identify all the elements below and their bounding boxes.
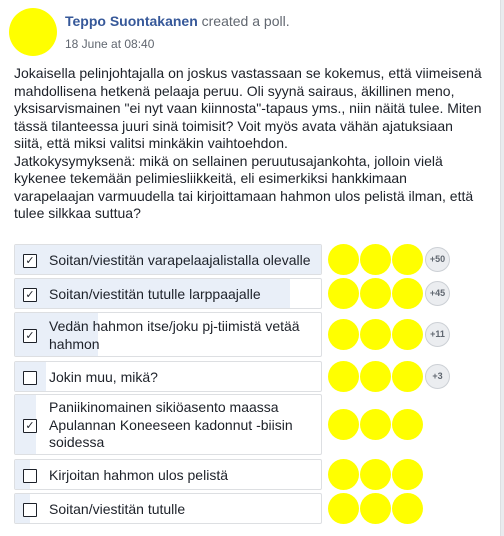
poll-option-label: Soitan/viestitän tutulle	[49, 501, 186, 517]
voter-avatar[interactable]	[392, 493, 423, 524]
poll-option-label: Soitan/viestitän tutulle larppaajalle	[49, 286, 261, 302]
poll-option-row[interactable]: ✓ Paniikinomainen sikiöasento maassa Apul…	[14, 394, 496, 455]
poll-option-label: Jokin muu, mikä?	[49, 369, 158, 385]
voter-avatar[interactable]	[328, 459, 359, 490]
voter-avatar[interactable]	[328, 409, 359, 440]
voter-avatar[interactable]	[360, 278, 391, 309]
voter-avatar[interactable]	[360, 361, 391, 392]
voter-avatar[interactable]	[392, 319, 423, 350]
voter-avatar[interactable]	[328, 278, 359, 309]
voter-avatar[interactable]	[360, 319, 391, 350]
voter-avatar[interactable]	[392, 278, 423, 309]
voter-avatar[interactable]	[392, 459, 423, 490]
more-voters-badge[interactable]: +3	[425, 364, 450, 389]
more-voters-badge[interactable]: +45	[425, 281, 450, 306]
poll-option-row[interactable]: ✓ Soitan/viestitän tutulle larppaajalle +4…	[14, 278, 496, 309]
poll-checkbox-icon[interactable]	[23, 370, 37, 385]
poll-option-label: Kirjoitan hahmon ulos pelistä	[49, 467, 228, 483]
poll-option-row[interactable]: Kirjoitan hahmon ulos pelistä	[14, 459, 496, 490]
poll-option-box[interactable]: Kirjoitan hahmon ulos pelistä	[14, 459, 322, 490]
voter-avatar[interactable]	[360, 244, 391, 275]
poll-option-row[interactable]: ✓ Vedän hahmon itse/joku pj-tiimistä vetä…	[14, 312, 496, 357]
poll-checkbox-icon[interactable]: ✓	[23, 287, 37, 302]
voter-avatar[interactable]	[360, 493, 391, 524]
poll-option-box[interactable]: ✓ Paniikinomainen sikiöasento maassa Apul…	[14, 394, 322, 455]
poll-option-box[interactable]: Jokin muu, mikä?	[14, 361, 322, 392]
voter-avatar[interactable]	[392, 409, 423, 440]
poll-option-box[interactable]: ✓ Vedän hahmon itse/joku pj-tiimistä vetä…	[14, 312, 322, 357]
post-timestamp[interactable]: 18 June at 08:40	[65, 37, 154, 51]
voter-avatar[interactable]	[360, 459, 391, 490]
poll-option-box[interactable]: ✓ Soitan/viestitän varapelaajalistalla ol…	[14, 244, 322, 275]
poll-option-label: Vedän hahmon itse/joku pj-tiimistä vetää…	[49, 318, 300, 352]
poll-option-row[interactable]: ✓ Soitan/viestitän varapelaajalistalla ol…	[14, 244, 496, 275]
poll-checkbox-icon[interactable]: ✓	[23, 328, 37, 343]
voter-avatar[interactable]	[328, 319, 359, 350]
poll-checkbox-icon[interactable]	[23, 468, 37, 483]
poll-option-label: Paniikinomainen sikiöasento maassa Apula…	[49, 399, 293, 450]
post-action-text: created a poll.	[201, 13, 290, 29]
poll-option-row[interactable]: Jokin muu, mikä? +3	[14, 361, 496, 392]
author-avatar[interactable]	[9, 8, 57, 56]
poll-option-box[interactable]: Soitan/viestitän tutulle	[14, 493, 322, 524]
voter-avatar[interactable]	[328, 361, 359, 392]
more-voters-badge[interactable]: +11	[425, 322, 450, 347]
poll-post-card: Teppo Suontakanen created a poll. 18 Jun…	[0, 0, 501, 536]
poll-checkbox-icon[interactable]	[23, 502, 37, 517]
voter-avatar[interactable]	[360, 409, 391, 440]
voter-avatar[interactable]	[392, 244, 423, 275]
poll-checkbox-icon[interactable]: ✓	[23, 253, 37, 268]
more-voters-badge[interactable]: +50	[425, 247, 450, 272]
poll-option-label: Soitan/viestitän varapelaajalistalla ole…	[49, 252, 311, 268]
voter-avatar[interactable]	[392, 361, 423, 392]
post-header: Teppo Suontakanen created a poll.	[65, 13, 290, 29]
author-name-link[interactable]: Teppo Suontakanen	[65, 13, 198, 29]
post-body-text: Jokaisella pelinjohtajalla on joskus vas…	[14, 65, 482, 221]
poll-checkbox-icon[interactable]: ✓	[23, 418, 37, 433]
voter-avatar[interactable]	[328, 244, 359, 275]
voter-avatar[interactable]	[328, 493, 359, 524]
poll-option-row[interactable]: Soitan/viestitän tutulle	[14, 493, 496, 524]
poll-option-box[interactable]: ✓ Soitan/viestitän tutulle larppaajalle	[14, 278, 322, 309]
